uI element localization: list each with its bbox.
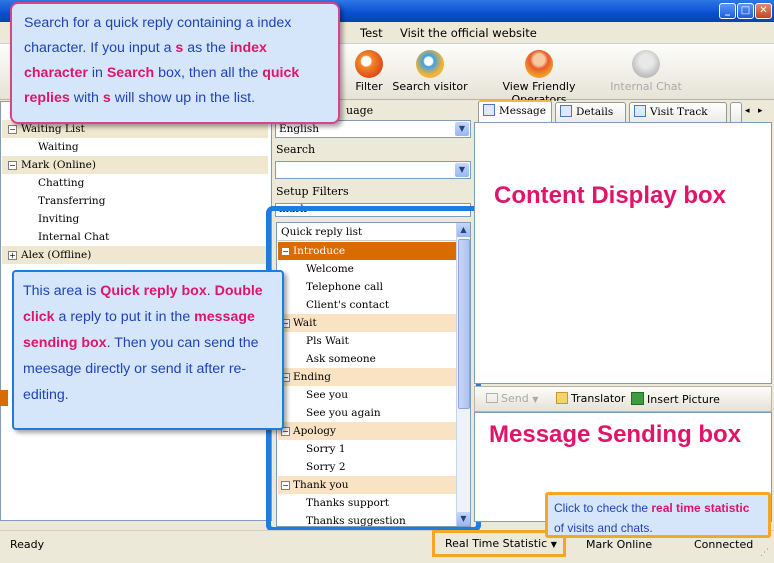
tree-item-chatting[interactable]: Chatting [2,174,268,192]
search-tip-callout: Search for a quick reply containing a in… [10,2,340,124]
search-visitor-button[interactable]: Search visitor [392,50,468,93]
filter-icon [355,50,383,78]
visit-track-icon [634,105,646,117]
menu-test[interactable]: Test [360,26,383,40]
filter-label: Filter [355,80,383,93]
internal-chat-icon [632,50,660,78]
tree-item-inviting[interactable]: Inviting [2,210,268,228]
setup-filters-label: Setup Filters [276,185,349,198]
translator-icon [556,392,568,404]
collapse-icon[interactable]: − [8,124,17,134]
search-label: Search [276,143,316,156]
chevron-down-icon[interactable]: ▼ [455,163,469,177]
tree-item-transferring[interactable]: Transferring [2,192,268,210]
menu-visit-website[interactable]: Visit the official website [400,26,537,40]
send-icon [486,393,498,403]
chevron-down-icon[interactable]: ▼ [455,122,469,136]
insert-picture-button[interactable]: Insert Picture [631,392,720,406]
minimize-button[interactable]: _ [719,3,736,19]
selection-marker [0,390,8,406]
search-visitor-label: Search visitor [392,80,468,93]
quick-reply-tip-callout: This area is Quick reply box. Double cli… [12,270,284,430]
details-icon [560,105,572,117]
real-time-statistic-callout: Click to check the real time statistic o… [545,492,771,538]
tab-scroll-right-icon[interactable]: ▸ [758,106,763,116]
content-display-label: Content Display box [494,182,727,209]
status-operator: Mark Online [586,538,653,551]
status-connection: Connected [694,538,754,551]
tab-visit-track[interactable]: Visit Track [629,102,727,122]
quick-reply-highlight-frame [266,206,481,532]
collapse-icon[interactable]: − [8,160,17,170]
tree-item-waiting[interactable]: Waiting [2,138,268,156]
close-button[interactable]: ✕ [755,3,772,19]
content-display-box [474,122,772,384]
search-input[interactable]: ▼ [275,161,471,179]
tree-item-internal-chat[interactable]: Internal Chat [2,228,268,246]
tab-scroll-left-icon[interactable]: ◂ [745,106,750,116]
search-visitor-icon [416,50,444,78]
chevron-down-icon[interactable]: ▼ [551,540,557,549]
resize-grip-icon[interactable]: ⋰ [760,548,772,560]
internal-chat-label: Internal Chat [610,80,682,93]
language-label: uage [346,104,374,117]
tree-group-alex[interactable]: + Alex (Offline) [2,246,268,264]
translator-button[interactable]: Translator [556,392,625,405]
status-ready: Ready [10,538,45,551]
tab-more[interactable] [730,102,742,122]
message-icon [483,104,495,116]
internal-chat-button[interactable]: Internal Chat [608,50,684,93]
filter-button[interactable]: Filter [352,50,386,93]
chevron-down-icon[interactable]: ▼ [532,395,538,404]
tab-details[interactable]: Details [555,102,626,122]
send-button[interactable]: Send ▼ [486,392,538,405]
message-sending-label: Message Sending box [489,421,742,448]
picture-icon [631,392,644,405]
view-friendly-operators-button[interactable]: View Friendly Operators [474,50,604,106]
tree-group-mark[interactable]: − Mark (Online) [2,156,268,174]
tab-message[interactable]: Message [478,100,552,123]
expand-icon[interactable]: + [8,250,17,260]
maximize-button[interactable]: □ [737,3,754,19]
friendly-operators-icon [525,50,553,78]
